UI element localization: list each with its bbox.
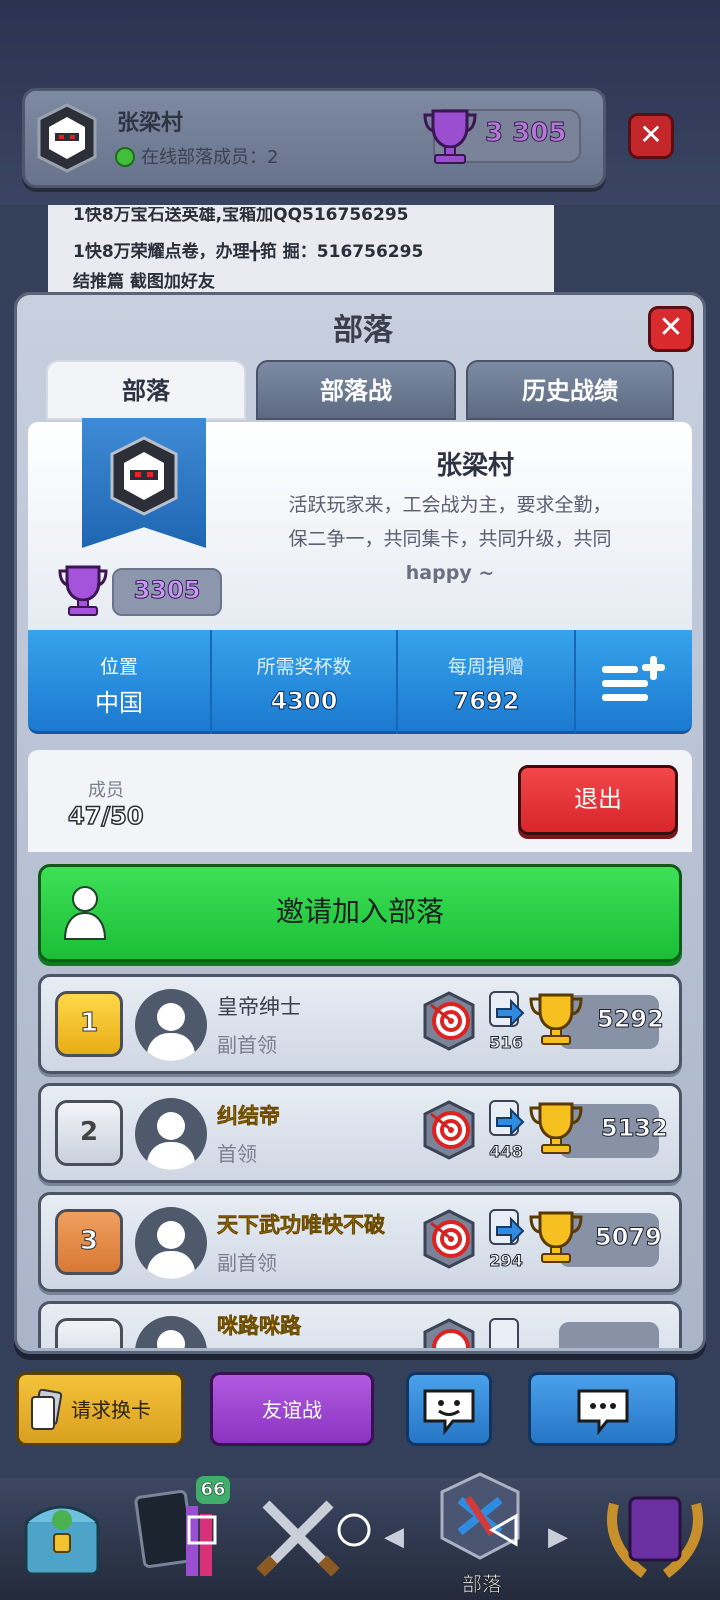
- purple-trophy-icon: [58, 562, 108, 618]
- stat-weekly-donations: 每周捐赠 7692: [398, 630, 576, 734]
- request-card-label: 请求换卡: [71, 1398, 151, 1422]
- clan-description-line: 活跃玩家来，工会战为主，要求全勤，: [288, 494, 612, 516]
- war-target-icon: [423, 1100, 475, 1160]
- modal-title: 部落: [333, 313, 393, 348]
- member-role: 副首领: [217, 1033, 277, 1057]
- chat-background: 1快8万宝石送英雄,宝箱加QQ516756295 1快8万荣耀点卷，办理╋筘 掘…: [48, 205, 554, 300]
- clan-badge-icon: [108, 436, 180, 516]
- member-trophies: 5079: [595, 1223, 663, 1252]
- members-count: 47/50: [67, 801, 144, 831]
- clan-stats-bar: 位置 中国 所需奖杯数 4300 每周捐赠 7692: [28, 630, 692, 734]
- members-label: 成员: [88, 780, 124, 801]
- clan-trophy-value: 3305: [133, 576, 201, 605]
- top-clan-name: 张梁村: [117, 111, 184, 136]
- tab-clan[interactable]: 部落: [46, 360, 246, 420]
- avatar: [135, 989, 207, 1061]
- donation-count: 448: [489, 1142, 523, 1162]
- top-close-button[interactable]: ✕: [628, 113, 674, 159]
- request-card-button[interactable]: 请求换卡: [16, 1372, 184, 1446]
- tab-clan-war[interactable]: 部落战: [256, 360, 456, 420]
- avatar: [135, 1316, 207, 1348]
- person-icon: [63, 885, 107, 941]
- clan-name: 张梁村: [435, 451, 514, 481]
- rank-badge: 2: [55, 1100, 123, 1166]
- card-icon: [29, 1388, 63, 1433]
- avatar: [135, 1098, 207, 1170]
- member-role: 首领: [217, 1142, 257, 1166]
- purple-trophy-icon: [423, 105, 477, 165]
- tab-war-history[interactable]: 历史战绩: [466, 360, 674, 420]
- gold-trophy-icon: [529, 1100, 583, 1156]
- stat-location-label: 位置: [99, 656, 138, 678]
- stat-weekly-label: 每周捐赠: [447, 656, 524, 678]
- chat-icon: [577, 1389, 629, 1436]
- war-target-icon: [423, 1209, 475, 1269]
- member-row[interactable]: 2 纠结帝 首领 448 5132: [38, 1083, 682, 1183]
- clan-description-line: happy ~: [405, 562, 495, 584]
- top-clan-card[interactable]: 张梁村 在线部落成员：2 3 305: [22, 88, 606, 188]
- member-row[interactable]: 1 皇帝绅士 副首领 516 5292: [38, 974, 682, 1074]
- member-role: 副首领: [217, 1251, 277, 1275]
- gold-trophy-icon: [529, 991, 583, 1047]
- online-dot-icon: [115, 147, 135, 167]
- emote-icon: [423, 1389, 475, 1436]
- clan-description: 活跃玩家来，工会战为主，要求全勤， 保二争一，共同集卡，共同升级，共同 happ…: [250, 488, 650, 590]
- cards-count-badge: 66: [196, 1476, 230, 1504]
- shop-chest-icon[interactable]: [20, 1490, 104, 1580]
- system-back-button[interactable]: [486, 1512, 522, 1548]
- system-recents-button[interactable]: [186, 1514, 218, 1546]
- nav-arrow-right-icon[interactable]: ▶: [548, 1522, 568, 1552]
- avatar: [135, 1207, 207, 1279]
- invite-label: 邀请加入部落: [275, 895, 444, 928]
- rank-badge: 3: [55, 1209, 123, 1275]
- clan-emblem-icon: [35, 103, 99, 173]
- stat-weekly-value: 7692: [452, 687, 520, 716]
- member-row[interactable]: 咪路咪路: [38, 1301, 682, 1348]
- member-name: 皇帝绅士: [217, 995, 301, 1019]
- events-laurel-icon[interactable]: [600, 1484, 710, 1584]
- donation-icon: [487, 989, 525, 1029]
- donation-icon: [487, 1207, 525, 1247]
- clan-description-line: 保二争一，共同集卡，共同升级，共同: [288, 528, 612, 550]
- member-name: 天下武功唯快不破: [217, 1213, 386, 1238]
- member-name: 咪路咪路: [217, 1314, 302, 1339]
- stat-required-value: 4300: [270, 687, 338, 716]
- donation-icon: [487, 1316, 525, 1348]
- battle-swords-icon[interactable]: [252, 1490, 344, 1582]
- chat-line: 1快8万宝石送英雄,宝箱加QQ516756295: [73, 207, 409, 225]
- clan-nav-label: 部落: [462, 1572, 503, 1597]
- member-list: 1 皇帝绅士 副首领 516 5292 2 纠结帝 首领 448 5132 3 …: [0, 970, 720, 1348]
- donation-count: 294: [489, 1251, 523, 1271]
- friendly-battle-button[interactable]: 友谊战: [210, 1372, 374, 1446]
- system-home-button[interactable]: [336, 1512, 372, 1548]
- member-name: 纠结帝: [217, 1104, 281, 1129]
- chat-line: 1快8万荣耀点卷，办理╋筘 掘：516756295: [73, 242, 424, 262]
- rank-badge: [55, 1318, 123, 1348]
- rank-badge: 1: [55, 991, 123, 1057]
- emote-button[interactable]: [406, 1372, 492, 1446]
- stat-location: 位置 中国: [28, 630, 212, 734]
- stat-required-trophies: 所需奖杯数 4300: [212, 630, 398, 734]
- exit-clan-button[interactable]: 退出: [518, 765, 678, 835]
- stat-location-value: 中国: [95, 689, 143, 717]
- modal-close-button[interactable]: ✕: [648, 306, 694, 352]
- more-options-icon[interactable]: [576, 630, 692, 734]
- donation-count: 516: [489, 1033, 523, 1053]
- member-trophies: 5132: [601, 1114, 669, 1143]
- stat-required-label: 所需奖杯数: [256, 656, 352, 678]
- chat-button[interactable]: [528, 1372, 678, 1446]
- top-trophy-value: 3 305: [484, 118, 567, 149]
- online-members-label: 在线部落成员：2: [141, 147, 279, 168]
- nav-arrow-left-icon[interactable]: ◀: [384, 1522, 404, 1552]
- invite-button[interactable]: 邀请加入部落: [38, 864, 682, 962]
- online-members: 在线部落成员：2: [115, 143, 278, 169]
- member-trophies: 5292: [597, 1005, 665, 1034]
- trophy-pill: [559, 1322, 659, 1348]
- donation-icon: [487, 1098, 525, 1138]
- gold-trophy-icon: [529, 1209, 583, 1265]
- member-row[interactable]: 3 天下武功唯快不破 副首领 294 5079: [38, 1192, 682, 1292]
- war-target-icon: [423, 991, 475, 1051]
- war-target-icon: [423, 1318, 475, 1348]
